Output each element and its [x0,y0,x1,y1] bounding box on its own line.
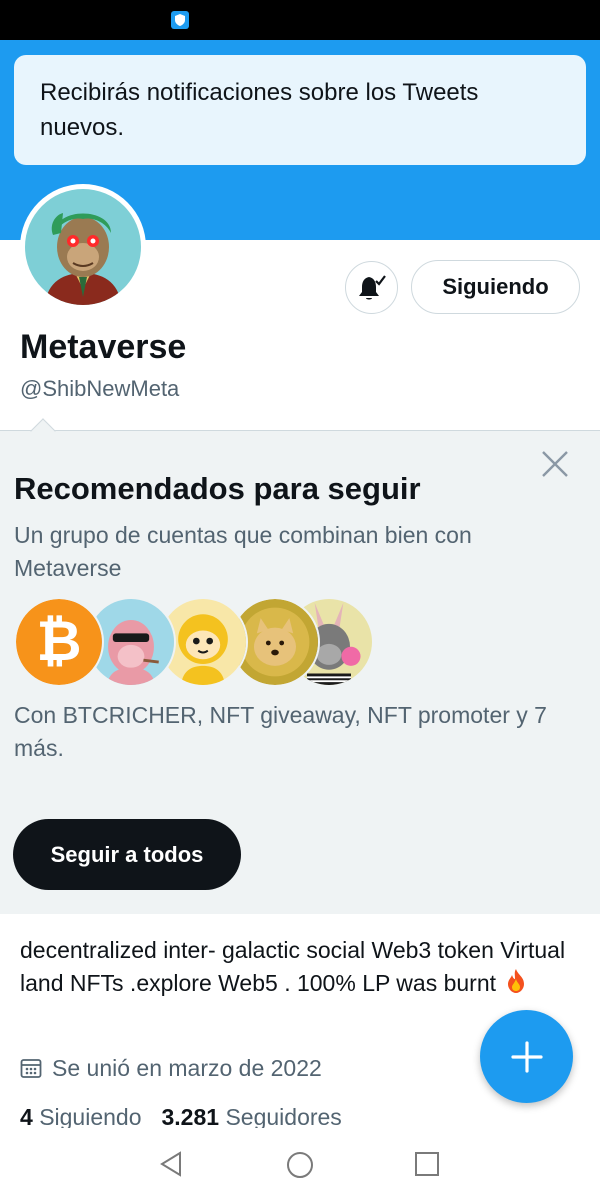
ape-joker-avatar-image [25,189,141,305]
recommendations-card: Recomendados para seguir Un grupo de cue… [0,418,600,914]
notification-toast: Recibirás notificaciones sobre los Tweet… [14,55,586,165]
recommended-avatars[interactable]: ₿ [14,597,374,689]
followers-label: Seguidores [225,1104,342,1130]
recommendations-title: Recomendados para seguir [14,471,421,506]
card-caret [30,418,56,444]
fire-icon [508,969,525,993]
profile-handle: @ShibNewMeta [20,376,180,401]
following-stat[interactable]: 4 Siguiendo [20,1104,142,1130]
profile-bio: decentralized inter- galactic social Web… [20,934,580,1000]
home-icon[interactable] [285,1150,315,1180]
notifications-button[interactable] [345,261,398,314]
plus-icon [510,1040,543,1073]
system-navigation-bar [0,1128,600,1200]
status-bar [0,0,600,40]
recommendations-with-text: Con BTCRICHER, NFT giveaway, NFT promote… [14,702,547,761]
bitcoin-icon: ₿ [16,599,102,685]
compose-tweet-button[interactable] [480,1010,573,1103]
bio-text: decentralized inter- galactic social Web… [20,937,566,996]
following-label: Siguiendo [39,1104,142,1130]
recents-icon[interactable] [414,1151,440,1177]
following-count: 4 [20,1104,33,1130]
profile-stats: 4 Siguiendo 3.281 Seguidores [20,1104,342,1131]
profile-display-name: Metaverse [20,328,187,366]
bitcoin-logo[interactable]: ₿ [14,597,104,687]
svg-text:₿: ₿ [36,610,81,674]
close-icon[interactable] [540,449,570,479]
joined-text: Se unió en marzo de 2022 [52,1054,322,1081]
following-button[interactable]: Siguiendo [411,260,580,314]
followers-stat[interactable]: 3.281 Seguidores [162,1104,342,1130]
back-icon[interactable] [158,1150,186,1178]
shield-icon [171,11,189,29]
calendar-icon [20,1059,42,1078]
follow-all-button[interactable]: Seguir a todos [13,819,241,890]
bell-check-icon [358,274,386,299]
followers-count: 3.281 [161,1104,220,1130]
recommendations-subtitle: Un grupo de cuentas que combinan bien co… [14,522,472,581]
profile-joined-date: Se unió en marzo de 2022 [20,1052,322,1084]
profile-avatar[interactable] [20,184,146,310]
